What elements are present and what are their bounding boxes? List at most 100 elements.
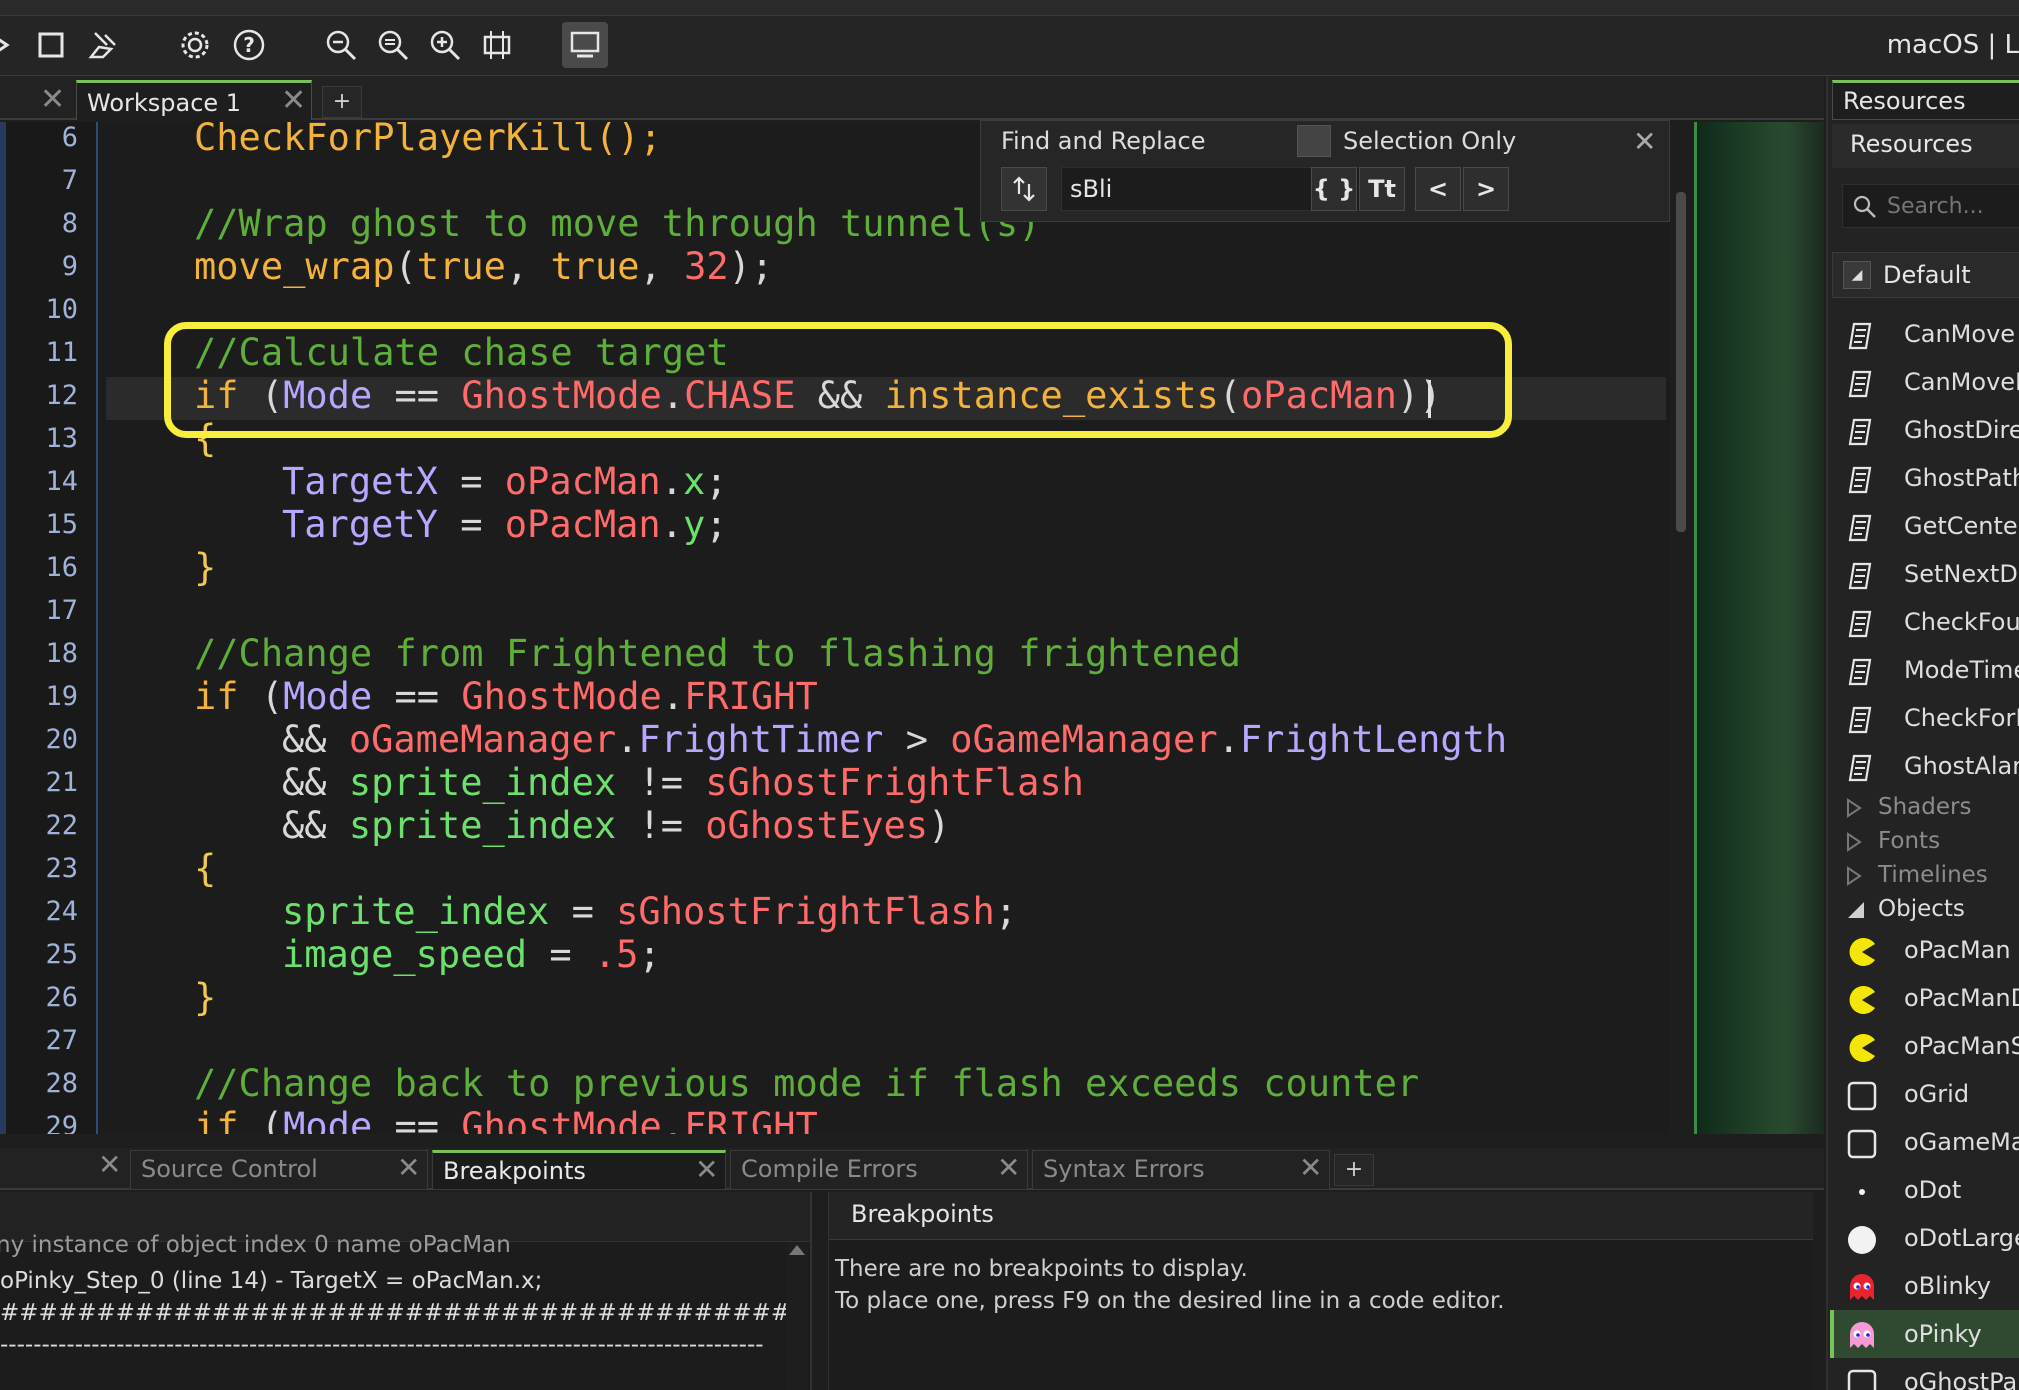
platform-label[interactable]: macOS | L [1887, 30, 2019, 60]
code-token: x [682, 460, 706, 503]
code-token: true [550, 245, 640, 288]
resource-script[interactable]: GhostAlarm [1832, 744, 2019, 792]
code-token: = [437, 503, 505, 546]
code-line-6: CheckForPlayerKill(); [194, 122, 662, 159]
expand-icon[interactable] [474, 22, 520, 68]
resource-script[interactable]: GhostDire [1832, 408, 2019, 456]
close-icon[interactable]: ✕ [281, 83, 306, 118]
code-token: GhostMode [461, 1105, 662, 1134]
tab-compile-errors[interactable]: Compile Errors ✕ [730, 1150, 1028, 1190]
output-panel[interactable]: ny instance of object index 0 name oPacM… [0, 1192, 812, 1390]
ghost-icon [1850, 1274, 1874, 1300]
resource-script[interactable]: SetNextDir [1832, 552, 2019, 600]
device-icon[interactable] [562, 22, 608, 68]
code-token: ( [238, 675, 284, 718]
code-token: . [660, 503, 683, 546]
tab-source-control[interactable]: Source Control ✕ [130, 1150, 428, 1190]
resource-object[interactable]: oPacMan [1832, 928, 2019, 976]
resource-label: oDotLarge [1904, 1224, 2019, 1252]
code-editor[interactable]: 6 7 8 9 10 11 12 13 14 15 16 17 18 19 20… [0, 122, 1692, 1134]
folder-objects[interactable]: Objects [1832, 894, 2019, 928]
zoom-out-icon[interactable] [318, 22, 364, 68]
add-output-tab-button[interactable]: + [1334, 1154, 1374, 1186]
settings-icon[interactable] [172, 22, 218, 68]
resource-group-default[interactable]: ◢ Default [1832, 252, 2019, 298]
close-icon[interactable]: ✕ [98, 1148, 121, 1181]
folder-timelines[interactable]: Timelines [1832, 860, 2019, 894]
chevron-up-icon[interactable] [786, 1242, 808, 1258]
match-case-toggle-button[interactable]: Tt [1359, 167, 1405, 211]
clean-icon[interactable] [80, 22, 126, 68]
find-next-button[interactable]: > [1463, 167, 1509, 211]
resource-search[interactable] [1842, 184, 2019, 228]
output-line: ----------------------------------------… [0, 1332, 764, 1358]
line-number: 18 [45, 638, 78, 669]
code-area[interactable]: CheckForPlayerKill(); //Wrap ghost to mo… [106, 122, 1666, 1134]
tab-label: Breakpoints [443, 1157, 586, 1185]
close-icon[interactable]: ✕ [40, 82, 65, 117]
resource-script[interactable]: CanMove [1832, 312, 2019, 360]
run-icon[interactable] [0, 22, 24, 68]
resource-label: CanMoveF [1904, 368, 2019, 396]
regex-toggle-button[interactable]: { } [1311, 167, 1357, 211]
script-icon [1848, 562, 1872, 590]
code-token: move_wrap [194, 245, 395, 288]
close-icon[interactable]: ✕ [1633, 125, 1656, 158]
resource-object[interactable]: oDot [1832, 1168, 2019, 1216]
search-input[interactable] [1887, 189, 2019, 223]
resource-script[interactable]: CheckForP [1832, 696, 2019, 744]
room-preview-strip [1694, 122, 1824, 1134]
resource-script[interactable]: ModeTime [1832, 648, 2019, 696]
close-icon[interactable]: ✕ [1299, 1151, 1322, 1184]
line-number: 23 [45, 853, 78, 884]
code-token: true [416, 245, 506, 288]
zoom-in-icon[interactable] [422, 22, 468, 68]
folder-fonts[interactable]: Fonts [1832, 826, 2019, 860]
resource-script[interactable]: CheckFour [1832, 600, 2019, 648]
toggle-replace-button[interactable] [1001, 167, 1047, 211]
close-icon[interactable]: ✕ [695, 1153, 718, 1186]
code-line-18: //Change from Frightened to flashing fri… [194, 632, 1241, 675]
line-number: 15 [45, 509, 78, 540]
resource-object[interactable]: oDotLarge [1832, 1216, 2019, 1264]
scrollbar-thumb[interactable] [1676, 192, 1686, 532]
breakpoints-hint: To place one, press F9 on the desired li… [835, 1288, 1505, 1314]
chevron-right-icon [1847, 832, 1862, 852]
code-token: ; [638, 933, 661, 976]
resource-script[interactable]: CanMoveF [1832, 360, 2019, 408]
folder-shaders[interactable]: Shaders [1832, 792, 2019, 826]
chevron-right-icon [1847, 798, 1862, 818]
selection-only-checkbox[interactable] [1297, 125, 1331, 157]
help-icon[interactable]: ? [226, 22, 272, 68]
resource-object[interactable]: oPacManD [1832, 976, 2019, 1024]
close-icon[interactable]: ✕ [997, 1151, 1020, 1184]
code-token: oGameManager [348, 718, 617, 761]
resource-object[interactable]: oGrid [1832, 1072, 2019, 1120]
find-previous-button[interactable]: < [1415, 167, 1461, 211]
code-line-25: image_speed = .5; [282, 933, 661, 976]
tab-label: Source Control [141, 1155, 318, 1183]
resource-object[interactable]: oGhostPar [1832, 1360, 2019, 1390]
code-token: FrightTimer [638, 718, 884, 761]
resource-object[interactable]: oBlinky [1832, 1264, 2019, 1312]
resource-label: oPinky [1904, 1320, 1982, 1348]
resource-script[interactable]: GetCenter [1832, 504, 2019, 552]
resource-object[interactable]: oPinky [1832, 1312, 2019, 1360]
tab-breakpoints[interactable]: Breakpoints ✕ [432, 1150, 726, 1190]
output-scrollbar[interactable] [786, 1242, 808, 1390]
tab-workspace-1[interactable]: Workspace 1 ✕ [76, 80, 312, 120]
line-number: 8 [61, 208, 78, 239]
tab-resources[interactable]: Resources [1832, 80, 2019, 120]
resource-object[interactable]: oGameMan [1832, 1120, 2019, 1168]
tab-syntax-errors[interactable]: Syntax Errors ✕ [1032, 1150, 1330, 1190]
resource-object[interactable]: oPacManSt [1832, 1024, 2019, 1072]
code-line-14: TargetX = oPacMan.x; [282, 460, 728, 503]
line-number: 7 [61, 165, 78, 196]
editor-scrollbar[interactable] [1670, 122, 1692, 1134]
resource-script[interactable]: GhostPath [1832, 456, 2019, 504]
toolbar: ? macOS | L [0, 16, 2019, 76]
close-icon[interactable]: ✕ [397, 1151, 420, 1184]
zoom-reset-icon[interactable] [370, 22, 416, 68]
add-workspace-button[interactable]: + [322, 86, 362, 118]
stop-icon[interactable] [28, 22, 74, 68]
